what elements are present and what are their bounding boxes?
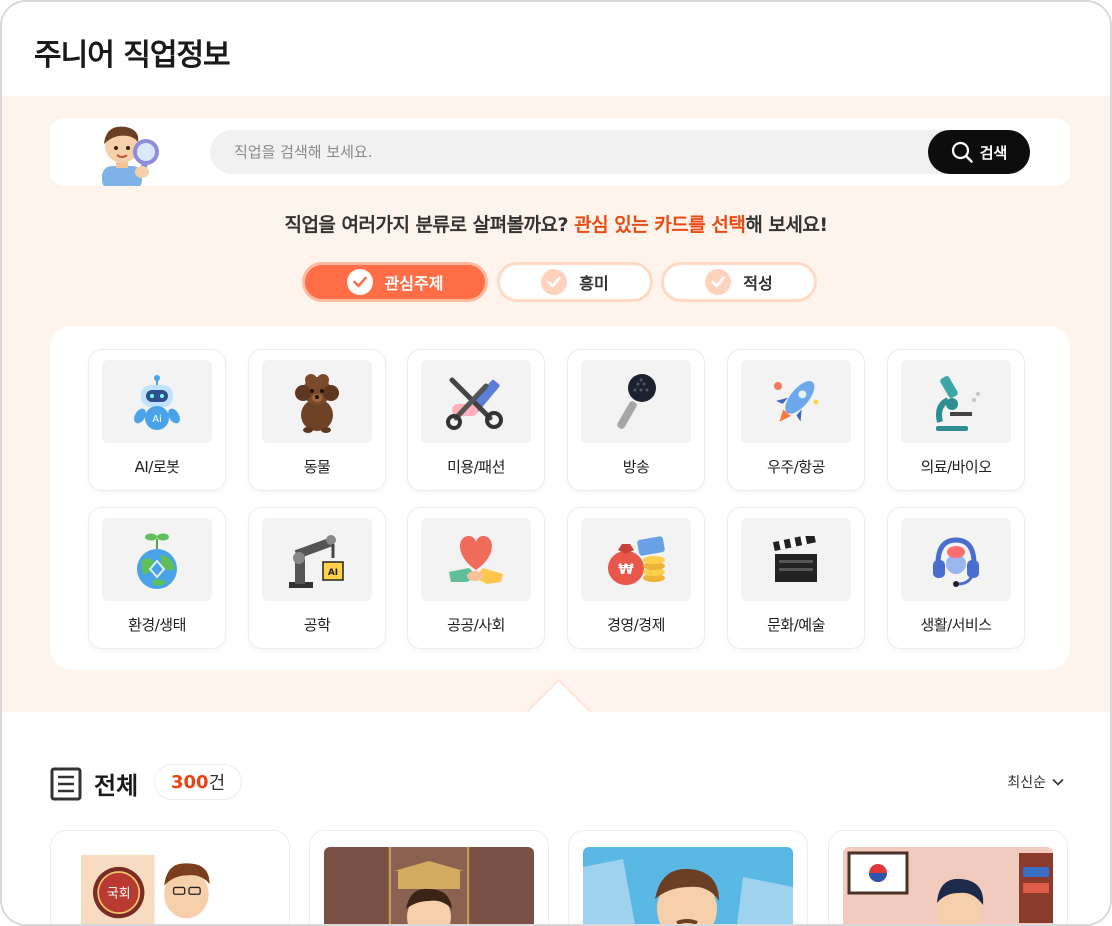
header: 주니어 직업정보 — [2, 2, 1110, 96]
rocket-icon — [774, 380, 819, 422]
seal-text: 국회 — [107, 887, 131, 902]
money-bag-icon: ₩ — [608, 535, 665, 585]
category-label: 동물 — [303, 458, 331, 476]
chevron-down-icon — [1052, 778, 1064, 786]
category-label: AI/로봇 — [134, 458, 180, 476]
search-card: 검색 — [50, 118, 1070, 186]
svg-text:AI: AI — [328, 568, 338, 578]
check-icon — [346, 269, 373, 295]
category-card-environment[interactable]: 환경/생태 — [88, 507, 226, 649]
category-card-engineering[interactable]: AI 공학 — [248, 507, 386, 649]
tab-label: 흥미 — [579, 274, 609, 293]
check-icon — [705, 269, 732, 295]
search-button-label: 검색 — [979, 143, 1008, 162]
search-button[interactable]: 검색 — [928, 130, 1030, 174]
prompt-highlight: 관심 있는 카드를 선택 — [574, 214, 746, 236]
tab-label: 관심주제 — [384, 274, 444, 293]
category-card-space-aviation[interactable]: 우주/항공 — [727, 349, 865, 491]
category-label: 생활/서비스 — [920, 616, 992, 634]
category-label: 우주/항공 — [767, 458, 825, 476]
search-input[interactable] — [210, 130, 910, 174]
result-count-badge: 300 건 — [154, 764, 243, 800]
job-card[interactable] — [828, 830, 1068, 924]
prompt-text-before: 직업을 여러가지 분류로 살펴볼까요? — [284, 214, 575, 236]
category-label: 미용/패션 — [447, 458, 505, 476]
job-thumbnail-image — [843, 847, 1053, 924]
category-card-beauty-fashion[interactable]: 미용/패션 — [407, 349, 545, 491]
search-icon — [951, 141, 973, 163]
category-card-public-society[interactable]: 공공/사회 — [407, 507, 545, 649]
svg-text:Ai: Ai — [152, 414, 162, 425]
tab-label: 적성 — [743, 274, 773, 293]
list-title: 전체 — [94, 772, 139, 800]
category-label: 방송 — [622, 458, 650, 476]
category-label: 공공/사회 — [447, 616, 505, 634]
robot-icon: Ai — [134, 374, 180, 430]
sort-dropdown[interactable]: 최신순 — [1007, 772, 1064, 792]
clapperboard-icon — [772, 535, 817, 582]
category-card-medical-bio[interactable]: 의료/바이오 — [887, 349, 1025, 491]
job-card[interactable] — [568, 830, 808, 924]
page-title: 주니어 직업정보 — [34, 38, 231, 73]
earth-sprout-icon — [137, 533, 177, 589]
job-thumbnail-image — [583, 847, 793, 924]
check-icon — [541, 269, 568, 295]
result-count-unit: 건 — [208, 773, 226, 794]
tab-aptitude[interactable]: 적성 — [661, 262, 817, 302]
dog-icon — [295, 373, 339, 433]
category-label: 의료/바이오 — [920, 458, 992, 476]
job-card[interactable] — [309, 830, 549, 924]
category-card-business-economy[interactable]: ₩ 경영/경제 — [567, 507, 705, 649]
heart-hands-icon — [449, 535, 503, 584]
svg-text:₩: ₩ — [618, 562, 634, 578]
app-frame: 주니어 직업정보 직업을 검색해 보세요. 검색 직업을 여러가지 분류로 살펴… — [0, 0, 1112, 926]
job-thumbnail-image — [324, 847, 534, 924]
microscope-icon — [936, 375, 980, 431]
category-card-life-service[interactable]: 생활/서비스 — [887, 507, 1025, 649]
category-card-animal[interactable]: 동물 — [248, 349, 386, 491]
scissors-comb-icon — [446, 377, 503, 430]
prompt-text-after: 해 보세요! — [745, 214, 828, 236]
category-section: 검색 직업을 여러가지 분류로 살펴볼까요? 관심 있는 카드를 선택해 보세요… — [2, 96, 1110, 744]
microphone-icon — [617, 373, 656, 429]
category-label: 환경/생태 — [128, 616, 186, 634]
category-card-culture-art[interactable]: 문화/예술 — [727, 507, 865, 649]
category-card-broadcast[interactable]: 방송 — [567, 349, 705, 491]
job-card[interactable]: 국회 — [50, 830, 290, 924]
result-count-number: 300 — [171, 771, 209, 793]
category-prompt: 직업을 여러가지 분류로 살펴볼까요? 관심 있는 카드를 선택해 보세요! — [2, 210, 1110, 237]
robot-arm-icon: AI — [289, 534, 344, 588]
category-grid: Ai AI/로봇 동물 미용/패션 방송 우주/항공 의료/바이오 환경/생태 … — [50, 326, 1070, 670]
tab-interest[interactable]: 흥미 — [497, 262, 653, 302]
kid-magnifier-icon — [102, 126, 159, 186]
sort-label: 최신순 — [1007, 775, 1046, 791]
tab-interest-topic[interactable]: 관심주제 — [302, 262, 488, 302]
category-label: 경영/경제 — [607, 616, 665, 634]
category-label: 문화/예술 — [767, 616, 825, 634]
job-thumbnail-image: 국회 — [81, 854, 261, 924]
search-bar: 검색 — [210, 130, 1030, 174]
category-label: 공학 — [303, 616, 331, 634]
document-list-icon — [50, 767, 82, 801]
category-card-ai-robot[interactable]: Ai AI/로봇 — [88, 349, 226, 491]
headset-icon — [933, 536, 979, 587]
job-list-section: 전체 300 건 최신순 국회 — [2, 712, 1110, 924]
